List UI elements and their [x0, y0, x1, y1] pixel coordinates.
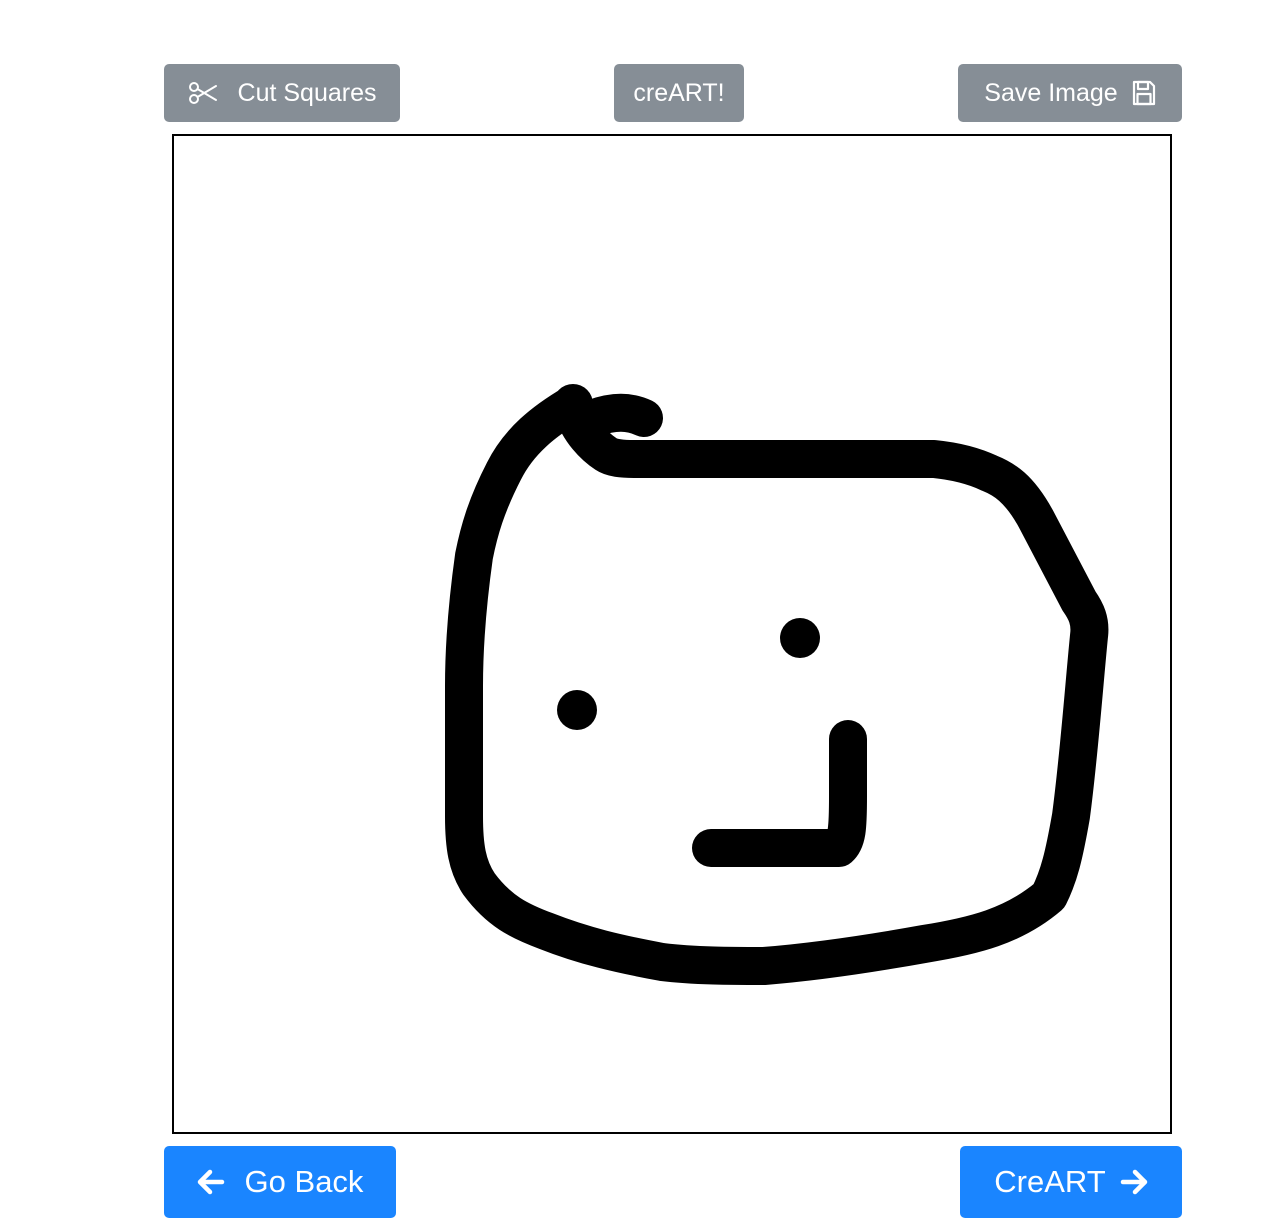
- drawing-strokes: [445, 384, 1109, 985]
- cut-squares-label: Cut Squares: [237, 78, 377, 107]
- hair-flick-stroke: [575, 393, 663, 437]
- head-outline-stroke: [445, 385, 1109, 985]
- drawing-canvas[interactable]: [172, 134, 1172, 1134]
- arrow-right-icon: [1120, 1169, 1148, 1195]
- go-back-button[interactable]: Go Back: [164, 1146, 396, 1218]
- left-eye-dot: [557, 690, 597, 730]
- mouth-stroke: [692, 720, 867, 867]
- right-eye-dot: [780, 618, 820, 658]
- creart-next-label: CreART: [994, 1164, 1106, 1199]
- creart-generate-label: creART!: [633, 78, 725, 107]
- cut-squares-button[interactable]: Cut Squares: [164, 64, 400, 122]
- go-back-label: Go Back: [244, 1164, 364, 1199]
- scissors-icon: [188, 80, 218, 106]
- floppy-disk-icon: [1132, 80, 1156, 106]
- hair-knot-dot: [553, 384, 593, 424]
- creart-generate-button[interactable]: creART!: [614, 64, 744, 122]
- arrow-left-icon: [197, 1169, 225, 1195]
- creart-next-button[interactable]: CreART: [960, 1146, 1182, 1218]
- save-image-button[interactable]: Save Image: [958, 64, 1182, 122]
- save-image-label: Save Image: [984, 78, 1118, 107]
